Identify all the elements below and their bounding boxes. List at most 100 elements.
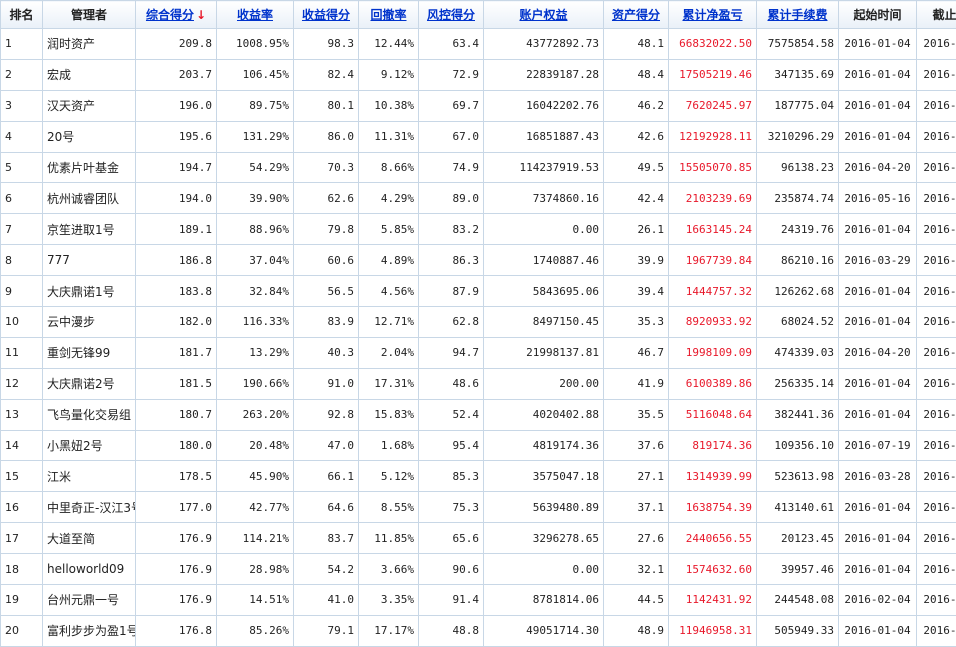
cell-composite-score: 183.8 <box>136 276 217 307</box>
cell-equity: 5639480.89 <box>484 492 604 523</box>
cell-cum-pnl: 66832022.50 <box>669 29 757 60</box>
cell-composite-score: 194.0 <box>136 183 217 214</box>
cell-rank: 20 <box>1 615 43 646</box>
cell-start-time: 2016-01-04 <box>839 276 917 307</box>
cell-return-score: 98.3 <box>294 29 359 60</box>
sort-down-arrow-icon: ↓ <box>196 8 206 22</box>
header-cum-fee[interactable]: 累计手续费 <box>757 1 839 29</box>
table-row: 10云中漫步182.0116.33%83.912.71%62.88497150.… <box>1 307 956 338</box>
header-equity[interactable]: 账户权益 <box>484 1 604 29</box>
header-end-time: 截止时间 <box>917 1 956 29</box>
cell-manager: 大庆鼎诺1号 <box>43 276 136 307</box>
cell-cum-pnl: 17505219.46 <box>669 59 757 90</box>
cell-return-rate: 1008.95% <box>217 29 294 60</box>
header-asset-score[interactable]: 资产得分 <box>604 1 669 29</box>
cell-rank: 11 <box>1 337 43 368</box>
cell-rank: 16 <box>1 492 43 523</box>
cell-risk-score: 72.9 <box>419 59 484 90</box>
table-row: 420号195.6131.29%86.011.31%67.016851887.4… <box>1 121 956 152</box>
cell-risk-score: 87.9 <box>419 276 484 307</box>
cell-return-rate: 20.48% <box>217 430 294 461</box>
cell-cum-fee: 505949.33 <box>757 615 839 646</box>
table-row: 17大道至简176.9114.21%83.711.85%65.63296278.… <box>1 523 956 554</box>
header-return-score[interactable]: 收益得分 <box>294 1 359 29</box>
cell-manager: 小黑妞2号 <box>43 430 136 461</box>
cell-risk-score: 63.4 <box>419 29 484 60</box>
cell-cum-fee: 474339.03 <box>757 337 839 368</box>
cell-return-rate: 85.26% <box>217 615 294 646</box>
cell-composite-score: 180.7 <box>136 399 217 430</box>
cell-return-score: 54.2 <box>294 554 359 585</box>
cell-cum-fee: 24319.76 <box>757 214 839 245</box>
cell-start-time: 2016-01-04 <box>839 90 917 121</box>
cell-composite-score: 189.1 <box>136 214 217 245</box>
table-header: 排名 管理者 综合得分↓ 收益率 收益得分 回撤率 风控得分 账户权益 资产得分… <box>1 1 956 29</box>
cell-end-time: 2016-11-17 <box>917 152 956 183</box>
cell-manager: 优素片叶基金 <box>43 152 136 183</box>
cell-return-score: 70.3 <box>294 152 359 183</box>
cell-return-score: 66.1 <box>294 461 359 492</box>
cell-cum-fee: 96138.23 <box>757 152 839 183</box>
cell-risk-score: 83.2 <box>419 214 484 245</box>
cell-risk-score: 91.4 <box>419 585 484 616</box>
table-row: 15江米178.545.90%66.15.12%85.33575047.1827… <box>1 461 956 492</box>
cell-rank: 18 <box>1 554 43 585</box>
cell-cum-fee: 235874.74 <box>757 183 839 214</box>
cell-return-rate: 106.45% <box>217 59 294 90</box>
cell-cum-pnl: 1663145.24 <box>669 214 757 245</box>
cell-equity: 0.00 <box>484 214 604 245</box>
cell-cum-pnl: 2440656.55 <box>669 523 757 554</box>
header-risk-score[interactable]: 风控得分 <box>419 1 484 29</box>
cell-drawdown: 12.71% <box>359 307 419 338</box>
cell-risk-score: 74.9 <box>419 152 484 183</box>
cell-return-rate: 190.66% <box>217 368 294 399</box>
cell-drawdown: 11.85% <box>359 523 419 554</box>
cell-asset-score: 35.5 <box>604 399 669 430</box>
cell-asset-score: 32.1 <box>604 554 669 585</box>
cell-cum-fee: 109356.10 <box>757 430 839 461</box>
cell-composite-score: 178.5 <box>136 461 217 492</box>
cell-asset-score: 37.1 <box>604 492 669 523</box>
cell-equity: 3575047.18 <box>484 461 604 492</box>
cell-asset-score: 48.9 <box>604 615 669 646</box>
cell-drawdown: 1.68% <box>359 430 419 461</box>
cell-end-time: 2016-12-22 <box>917 585 956 616</box>
cell-cum-fee: 244548.08 <box>757 585 839 616</box>
cell-start-time: 2016-04-20 <box>839 152 917 183</box>
cell-start-time: 2016-05-16 <box>839 183 917 214</box>
cell-end-time: 2016-12-22 <box>917 461 956 492</box>
table-row: 12大庆鼎诺2号181.5190.66%91.017.31%48.6200.00… <box>1 368 956 399</box>
cell-risk-score: 48.8 <box>419 615 484 646</box>
table-row: 14小黑妞2号180.020.48%47.01.68%95.44819174.3… <box>1 430 956 461</box>
cell-rank: 6 <box>1 183 43 214</box>
cell-manager: 重剑无锋99 <box>43 337 136 368</box>
cell-drawdown: 17.31% <box>359 368 419 399</box>
cell-end-time: 2016-12-22 <box>917 214 956 245</box>
header-composite-score[interactable]: 综合得分↓ <box>136 1 217 29</box>
cell-return-rate: 116.33% <box>217 307 294 338</box>
cell-cum-pnl: 1574632.60 <box>669 554 757 585</box>
cell-composite-score: 181.5 <box>136 368 217 399</box>
header-drawdown[interactable]: 回撤率 <box>359 1 419 29</box>
cell-composite-score: 182.0 <box>136 307 217 338</box>
cell-cum-fee: 7575854.58 <box>757 29 839 60</box>
table-row: 6杭州诚睿团队194.039.90%62.64.29%89.07374860.1… <box>1 183 956 214</box>
header-return-rate[interactable]: 收益率 <box>217 1 294 29</box>
cell-rank: 14 <box>1 430 43 461</box>
cell-cum-pnl: 1998109.09 <box>669 337 757 368</box>
cell-cum-pnl: 1638754.39 <box>669 492 757 523</box>
cell-cum-fee: 20123.45 <box>757 523 839 554</box>
table-row: 2宏成203.7106.45%82.49.12%72.922839187.284… <box>1 59 956 90</box>
cell-risk-score: 89.0 <box>419 183 484 214</box>
cell-drawdown: 9.12% <box>359 59 419 90</box>
cell-asset-score: 39.9 <box>604 245 669 276</box>
cell-return-score: 60.6 <box>294 245 359 276</box>
cell-start-time: 2016-03-28 <box>839 461 917 492</box>
cell-return-rate: 14.51% <box>217 585 294 616</box>
cell-return-score: 56.5 <box>294 276 359 307</box>
cell-cum-fee: 39957.46 <box>757 554 839 585</box>
cell-equity: 4819174.36 <box>484 430 604 461</box>
cell-end-time: 2016-12-22 <box>917 121 956 152</box>
cell-return-rate: 88.96% <box>217 214 294 245</box>
header-cum-pnl[interactable]: 累计净盈亏 <box>669 1 757 29</box>
